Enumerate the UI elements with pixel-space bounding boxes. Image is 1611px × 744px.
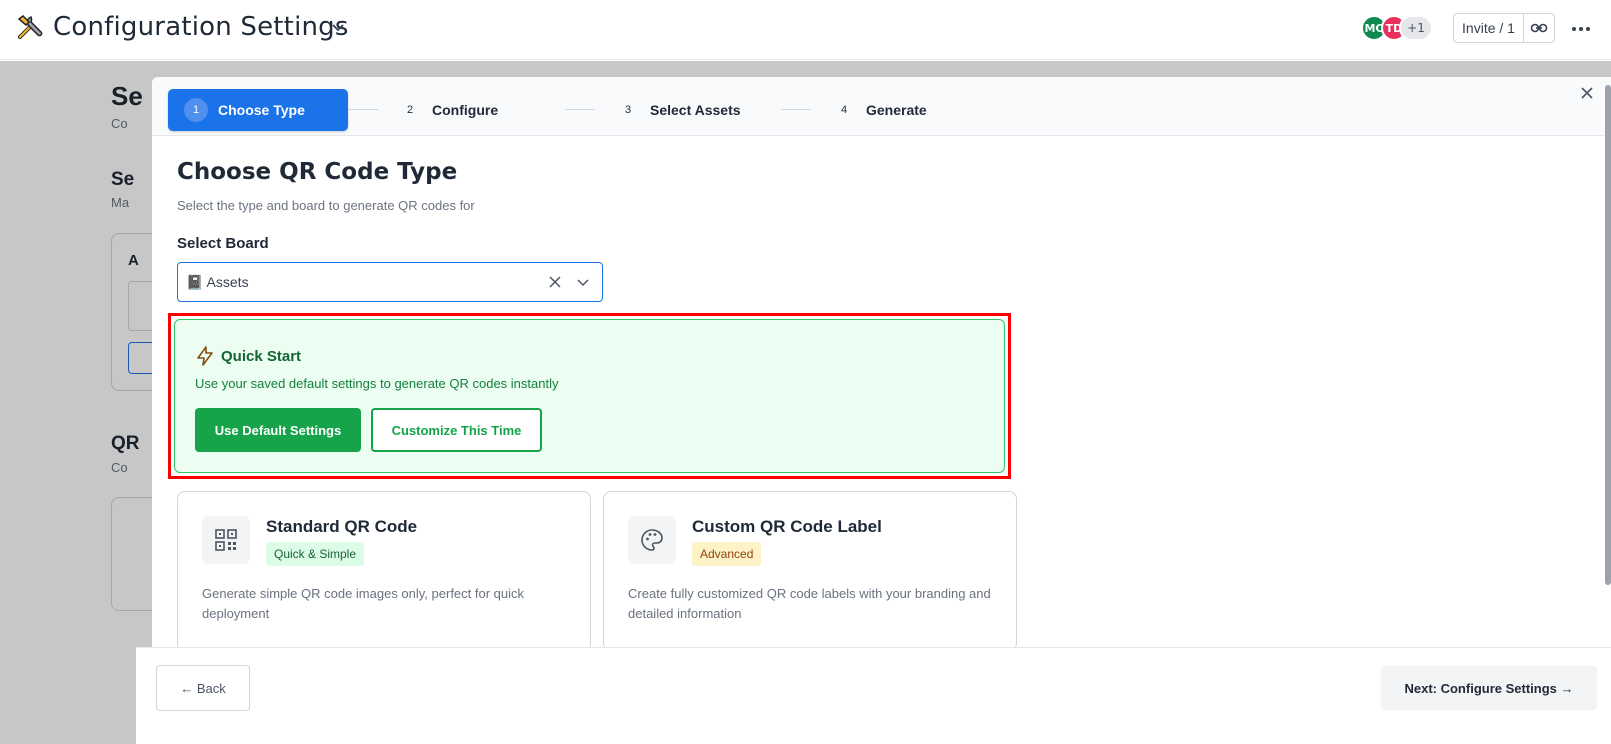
more-horizontal-icon — [1572, 27, 1590, 31]
close-icon[interactable] — [1579, 85, 1595, 101]
step-generate[interactable]: 4 Generate — [832, 89, 927, 131]
card-description: Generate simple QR code images only, per… — [202, 586, 525, 621]
page-title[interactable]: Configuration Settings — [53, 12, 349, 42]
more-options-button[interactable] — [1569, 17, 1593, 41]
select-board-label: Select Board — [177, 235, 269, 252]
card-description: Create fully customized QR code labels w… — [628, 586, 991, 621]
tools-icon — [17, 15, 43, 39]
step-connector — [565, 109, 595, 110]
wizard-footer: ← Back Next: Configure Settings → — [136, 647, 1611, 744]
lightning-icon — [197, 346, 213, 366]
step-number: 3 — [624, 104, 632, 116]
top-bar: Configuration Settings MC TD +1 Invite /… — [0, 0, 1611, 60]
chevron-down-icon[interactable] — [576, 275, 590, 289]
step-label: Select Assets — [650, 102, 741, 118]
highlight-box: Quick Start Use your saved default setti… — [168, 313, 1011, 479]
avatar-more-count[interactable]: +1 — [1399, 15, 1433, 41]
step-number: 4 — [840, 104, 848, 116]
step-connector — [781, 109, 811, 110]
wizard-subtitle: Select the type and board to generate QR… — [177, 198, 475, 213]
board-select-value: 📓 Assets — [186, 273, 249, 290]
step-label: Choose Type — [218, 102, 305, 118]
wizard-title: Choose QR Code Type — [177, 159, 458, 185]
back-button[interactable]: ← Back — [156, 665, 250, 711]
modal-scrollbar[interactable] — [1605, 85, 1611, 585]
step-label: Generate — [866, 102, 927, 118]
quick-start-description: Use your saved default settings to gener… — [195, 376, 559, 391]
customize-this-time-button[interactable]: Customize This Time — [371, 408, 542, 452]
step-select-assets[interactable]: 3 Select Assets — [616, 89, 741, 131]
next-configure-settings-button[interactable]: Next: Configure Settings → — [1381, 666, 1597, 710]
invite-button[interactable]: Invite / 1 — [1454, 14, 1524, 42]
clear-icon[interactable] — [548, 275, 562, 289]
chevron-down-icon[interactable] — [330, 19, 346, 35]
wizard-stepper: 1 Choose Type 2 Configure 3 Select Asset… — [152, 77, 1611, 136]
custom-qr-label-card[interactable]: Custom QR Code Label Advanced Create ful… — [603, 491, 1017, 651]
use-default-settings-button[interactable]: Use Default Settings — [195, 408, 361, 452]
invite-button-group: Invite / 1 — [1453, 13, 1555, 43]
card-title: Standard QR Code — [266, 517, 418, 536]
quick-start-panel: Quick Start Use your saved default setti… — [174, 319, 1005, 473]
step-number: 2 — [406, 104, 414, 116]
step-connector — [348, 109, 378, 110]
copy-link-button[interactable] — [1524, 14, 1554, 42]
quick-start-heading: Quick Start — [195, 346, 301, 366]
link-icon — [1530, 23, 1548, 33]
card-badge: Advanced — [692, 542, 762, 566]
qr-wizard-modal: 1 Choose Type 2 Configure 3 Select Asset… — [152, 77, 1611, 744]
card-badge: Quick & Simple — [266, 542, 365, 566]
step-choose-type[interactable]: 1 Choose Type — [168, 89, 348, 131]
qr-code-icon — [202, 516, 250, 564]
board-select[interactable]: 📓 Assets — [177, 262, 603, 302]
quick-start-title: Quick Start — [221, 347, 302, 365]
card-title: Custom QR Code Label — [692, 517, 882, 536]
palette-icon — [628, 516, 676, 564]
standard-qr-card[interactable]: Standard QR Code Quick & Simple Generate… — [177, 491, 591, 651]
step-configure[interactable]: 2 Configure — [398, 89, 498, 131]
step-number: 1 — [184, 98, 208, 122]
step-label: Configure — [432, 102, 499, 118]
